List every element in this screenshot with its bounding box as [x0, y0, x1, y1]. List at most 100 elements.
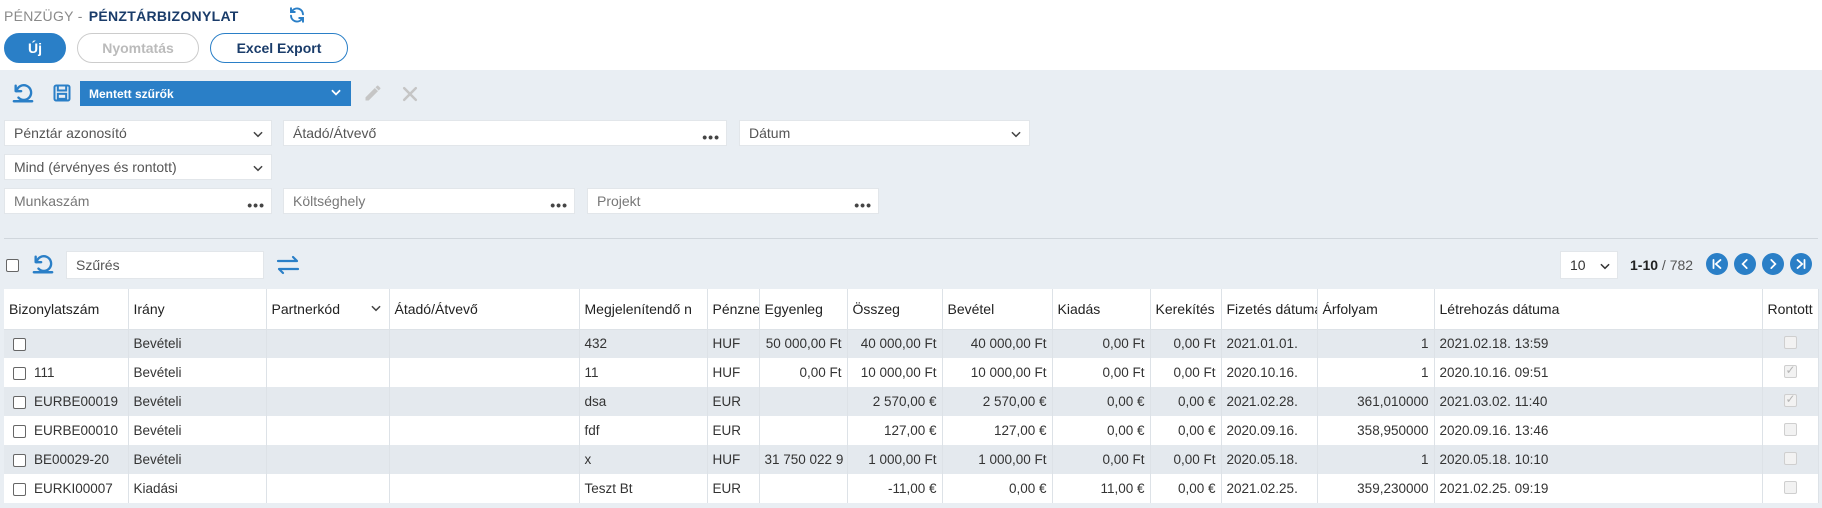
column-header[interactable]: Fizetés dátuma [1221, 289, 1318, 330]
table-row[interactable]: EURKI00007 Kiadási Teszt Bt EUR -11,00 €… [4, 474, 1819, 503]
column-header[interactable]: Kiadás [1052, 289, 1151, 330]
table-row[interactable]: 111 Bevételi 11 HUF 0,00 Ft 10 000,00 Ft… [4, 358, 1819, 387]
column-header[interactable]: Partnerkód [266, 289, 390, 330]
created-cell: 2020.05.18. 10:10 [1434, 445, 1763, 474]
voided-cell [1762, 474, 1819, 503]
handover-cell [389, 387, 580, 416]
pay-date-cell: 2021.01.01. [1221, 329, 1318, 358]
row-checkbox[interactable] [13, 424, 26, 438]
amount-cell: 1 000,00 Ft [847, 445, 943, 474]
delete-filter-icon[interactable] [398, 82, 422, 106]
column-header[interactable]: Kerekítés [1150, 289, 1222, 330]
table-row[interactable]: BE00029-20 Bevételi x HUF 31 750 022 9 1… [4, 445, 1819, 474]
handover-label: Átadó/Átvevő [293, 125, 377, 141]
pay-date-cell: 2020.05.18. [1221, 445, 1318, 474]
balance-cell [759, 474, 848, 503]
column-header[interactable]: Irány [128, 289, 267, 330]
voided-cell [1762, 387, 1819, 416]
currency-cell: HUF [707, 329, 760, 358]
row-checkbox[interactable] [13, 482, 26, 496]
next-page-button[interactable] [1762, 253, 1784, 275]
created-cell: 2021.02.18. 13:59 [1434, 329, 1763, 358]
doc-number-cell: 111 [4, 358, 129, 387]
more-icon[interactable]: ••• [247, 198, 265, 212]
more-icon[interactable]: ••• [702, 130, 720, 144]
voided-checkbox [1783, 480, 1797, 494]
partner-cell [266, 329, 390, 358]
swap-icon[interactable] [275, 252, 301, 278]
cash-register-label: Pénztár azonosító [14, 125, 127, 141]
row-checkbox[interactable] [13, 395, 26, 409]
cash-register-select[interactable]: Pénztár azonosító [4, 120, 272, 146]
project-field[interactable]: Projekt ••• [587, 188, 879, 214]
save-filter-icon[interactable] [51, 82, 73, 104]
chevron-down-icon[interactable] [369, 301, 383, 315]
partner-cell [266, 387, 390, 416]
cost-center-field[interactable]: Költséghely ••• [283, 188, 575, 214]
page-range: 1-10 [1630, 257, 1659, 273]
column-header[interactable]: Átadó/Átvevő [389, 289, 580, 330]
handover-field[interactable]: Átadó/Átvevő ••• [283, 120, 727, 146]
table-row[interactable]: EURBE00010 Bevételi fdf EUR 127,00 € 127… [4, 416, 1819, 445]
column-header[interactable]: Rontott [1762, 289, 1819, 330]
excel-export-button[interactable]: Excel Export [210, 33, 348, 63]
rate-cell: 359,230000 [1317, 474, 1435, 503]
voided-checkbox [1783, 422, 1797, 436]
row-checkbox[interactable] [13, 453, 26, 467]
voided-cell [1762, 358, 1819, 387]
more-icon[interactable]: ••• [854, 198, 872, 212]
created-cell: 2021.02.25. 09:19 [1434, 474, 1763, 503]
expense-cell: 0,00 € [1052, 416, 1151, 445]
display-name-cell: x [579, 445, 708, 474]
row-checkbox[interactable] [13, 338, 26, 352]
page-size-select[interactable]: 10 [1560, 251, 1618, 279]
created-cell: 2020.09.16. 13:46 [1434, 416, 1763, 445]
rounding-cell: 0,00 € [1150, 474, 1222, 503]
edit-filter-icon[interactable] [362, 82, 384, 104]
rate-cell: 1 [1317, 358, 1435, 387]
rounding-cell: 0,00 Ft [1150, 329, 1222, 358]
row-checkbox[interactable] [13, 366, 26, 380]
created-cell: 2020.10.16. 09:51 [1434, 358, 1763, 387]
doc-number-cell [4, 329, 129, 358]
refresh-icon[interactable] [286, 4, 308, 26]
display-name-cell: 432 [579, 329, 708, 358]
expense-cell: 11,00 € [1052, 474, 1151, 503]
expense-cell: 0,00 € [1052, 387, 1151, 416]
column-header[interactable]: Pénznem [707, 289, 760, 330]
column-header[interactable]: Bizonylatszám [4, 289, 129, 330]
select-all-checkbox[interactable] [6, 259, 19, 272]
column-header[interactable]: Egyenleg [759, 289, 848, 330]
column-header[interactable]: Bevétel [942, 289, 1053, 330]
doc-number: EURKI00007 [34, 481, 113, 496]
currency-cell: EUR [707, 387, 760, 416]
chevron-down-icon [253, 131, 263, 138]
last-page-button[interactable] [1790, 253, 1812, 275]
table-row[interactable]: Bevételi 432 HUF 50 000,00 Ft 40 000,00 … [4, 329, 1819, 358]
grid-search-input[interactable]: Szűrés [66, 251, 264, 279]
amount-cell: 40 000,00 Ft [847, 329, 943, 358]
table-row[interactable]: EURBE00019 Bevételi dsa EUR 2 570,00 € 2… [4, 387, 1819, 416]
reset-grid-icon[interactable] [30, 251, 56, 277]
currency-cell: EUR [707, 474, 760, 503]
print-button[interactable]: Nyomtatás [77, 33, 199, 63]
prev-page-button[interactable] [1734, 253, 1756, 275]
more-icon[interactable]: ••• [550, 198, 568, 212]
column-header[interactable]: Összeg [847, 289, 943, 330]
work-number-field[interactable]: Munkaszám ••• [4, 188, 272, 214]
status-select[interactable]: Mind (érvényes és rontott) [4, 154, 272, 180]
column-header[interactable]: Megjelenítendő n [579, 289, 708, 330]
reset-filters-icon[interactable] [10, 80, 36, 106]
saved-filters-select[interactable]: Mentett szűrők [80, 81, 351, 106]
column-header[interactable]: Létrehozás dátuma [1434, 289, 1763, 330]
first-page-button[interactable] [1706, 253, 1728, 275]
column-header[interactable]: Árfolyam [1317, 289, 1435, 330]
handover-cell [389, 445, 580, 474]
voided-checkbox [1783, 335, 1797, 349]
work-number-label: Munkaszám [14, 193, 90, 209]
search-placeholder: Szűrés [76, 257, 120, 273]
table-header-row: Bizonylatszám Irány Partnerkód Átadó/Átv… [4, 289, 1819, 330]
date-select[interactable]: Dátum [739, 120, 1030, 146]
pay-date-cell: 2021.02.28. [1221, 387, 1318, 416]
new-button[interactable]: Új [4, 33, 66, 63]
